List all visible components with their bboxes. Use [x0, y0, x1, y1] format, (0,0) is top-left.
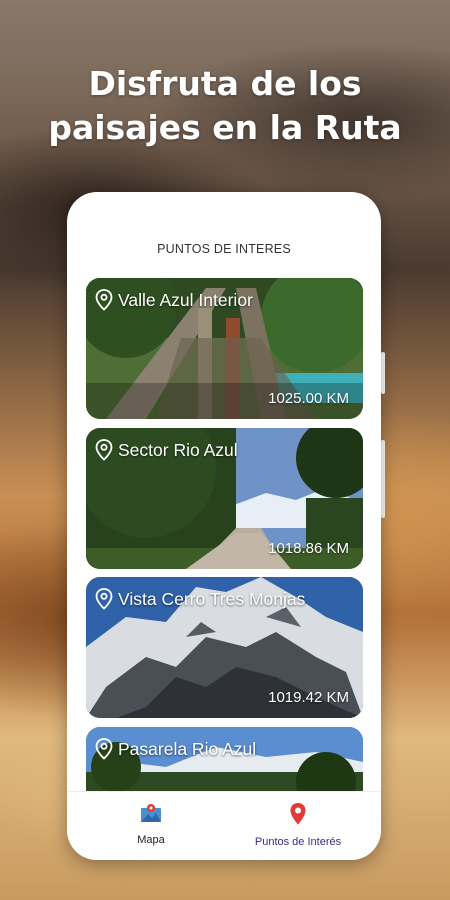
points-list[interactable]: Valle Azul Interior 1025.00 KM Sector Ri…: [67, 268, 381, 792]
point-card[interactable]: Sector Rio Azul 1018.86 KM: [86, 428, 363, 569]
point-card[interactable]: Valle Azul Interior 1025.00 KM: [86, 278, 363, 419]
map-icon: [141, 804, 161, 822]
point-card[interactable]: Vista Cerro Tres Monjas 1019.42 KM: [86, 577, 363, 718]
bottom-navigation: Mapa Puntos de Interés: [67, 791, 381, 860]
phone-side-button: [381, 440, 385, 518]
point-distance: 1018.86 KM: [268, 540, 349, 557]
phone-side-button: [381, 352, 385, 394]
location-pin-icon: [95, 289, 113, 311]
nav-item-mapa[interactable]: Mapa: [111, 802, 191, 846]
screen-title: PUNTOS DE INTERES: [157, 242, 291, 256]
location-pin-icon: [95, 738, 113, 760]
location-pin-icon: [95, 439, 113, 461]
point-name: Valle Azul Interior: [118, 290, 253, 310]
phone-mockup: PUNTOS DE INTERES Valle Azul Interior 10…: [67, 192, 381, 860]
location-pin-icon: [95, 588, 113, 610]
headline-line-2: paisajes en la Ruta: [48, 108, 402, 147]
nav-item-puntos[interactable]: Puntos de Interés: [243, 802, 353, 848]
nav-label-puntos: Puntos de Interés: [254, 836, 342, 848]
nav-label-mapa: Mapa: [137, 834, 165, 846]
point-distance: 1025.00 KM: [268, 390, 349, 407]
map-pin-icon: [290, 803, 306, 825]
headline: Disfruta de los paisajes en la Ruta: [0, 62, 450, 150]
point-card[interactable]: Pasarela Rio Azul: [86, 727, 363, 792]
headline-line-1: Disfruta de los: [88, 64, 362, 103]
point-name: Pasarela Rio Azul: [118, 739, 257, 759]
point-name: Sector Rio Azul: [118, 440, 238, 460]
point-distance: 1019.42 KM: [268, 689, 349, 706]
point-name: Vista Cerro Tres Monjas: [118, 589, 306, 609]
